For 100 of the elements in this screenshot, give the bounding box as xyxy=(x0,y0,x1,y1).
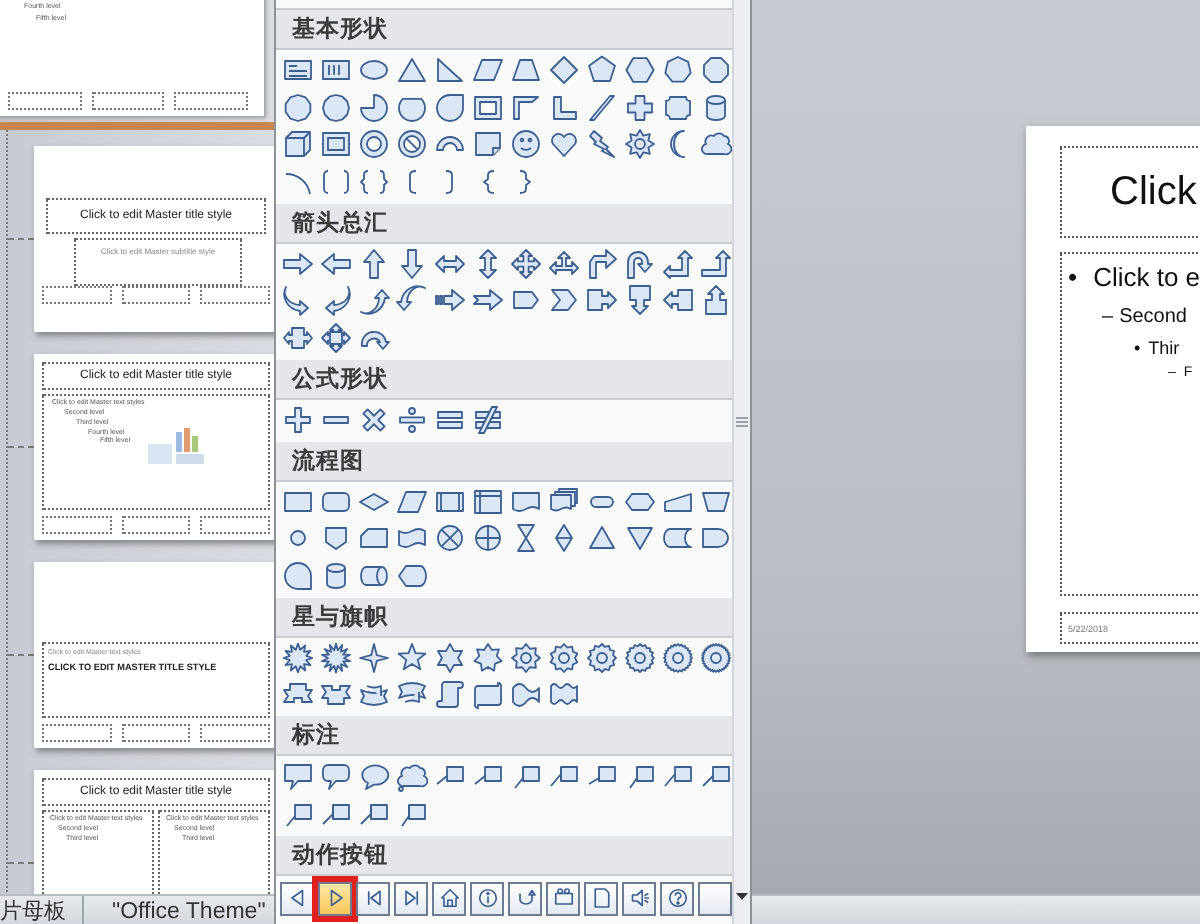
sixteen-point-star-icon[interactable] xyxy=(623,641,655,673)
twelve-point-star-icon[interactable] xyxy=(585,641,617,673)
display-icon[interactable] xyxy=(395,559,427,591)
summing-junction-icon[interactable] xyxy=(433,522,465,554)
bent-arrow-icon[interactable] xyxy=(585,247,617,279)
scrollbar-grip-icon[interactable] xyxy=(734,414,750,430)
action-button[interactable] xyxy=(470,881,504,915)
or-icon[interactable] xyxy=(471,522,503,554)
off-page-connector-icon[interactable] xyxy=(319,522,351,554)
horizontal-scroll-icon[interactable] xyxy=(471,678,503,710)
star-seal-icon[interactable] xyxy=(661,641,693,673)
down-arrow-icon[interactable] xyxy=(395,247,427,279)
curved-left-arrow-icon[interactable] xyxy=(319,284,351,316)
half-frame-icon[interactable] xyxy=(509,91,541,123)
oval-callout-icon[interactable] xyxy=(357,760,389,792)
stored-data-icon[interactable] xyxy=(661,522,693,554)
five-point-star-icon[interactable] xyxy=(395,641,427,673)
up-arrow-icon[interactable] xyxy=(357,247,389,279)
action-button[interactable] xyxy=(280,881,314,915)
line-callout-icon[interactable] xyxy=(623,760,655,792)
curved-right-arrow-icon[interactable] xyxy=(281,284,313,316)
striped-right-arrow-icon[interactable] xyxy=(433,284,465,316)
sequential-access-storage-icon[interactable] xyxy=(281,559,313,591)
cloud-callout-icon[interactable] xyxy=(395,760,427,792)
merge-icon[interactable] xyxy=(623,522,655,554)
oval-icon[interactable] xyxy=(357,54,389,86)
six-point-star-icon[interactable] xyxy=(433,641,465,673)
l-shape-icon[interactable] xyxy=(547,91,579,123)
punched-tape-icon[interactable] xyxy=(395,522,427,554)
internal-storage-icon[interactable] xyxy=(471,485,503,517)
left-right-up-arrow-icon[interactable] xyxy=(547,247,579,279)
octagon-icon[interactable] xyxy=(699,54,731,86)
seven-point-star-icon[interactable] xyxy=(471,641,503,673)
smiley-icon[interactable] xyxy=(509,128,541,160)
triangle-icon[interactable] xyxy=(395,54,427,86)
delay-icon[interactable] xyxy=(699,522,731,554)
dropdown-arrow-icon[interactable] xyxy=(734,888,750,904)
right-arrow-icon[interactable] xyxy=(281,247,313,279)
action-button[interactable] xyxy=(584,881,618,915)
curved-down-arrow-icon[interactable] xyxy=(357,284,389,316)
quad-arrow-callout-icon[interactable] xyxy=(319,321,351,353)
action-button[interactable] xyxy=(660,881,694,915)
explosion-icon[interactable] xyxy=(319,641,351,673)
vertical-text-box-icon[interactable] xyxy=(319,54,351,86)
down-arrow-callout-icon[interactable] xyxy=(623,284,655,316)
brace-pair-icon[interactable] xyxy=(357,165,389,197)
ten-point-star-icon[interactable] xyxy=(547,641,579,673)
vertical-scroll-icon[interactable] xyxy=(433,678,465,710)
right-triangle-icon[interactable] xyxy=(433,54,465,86)
star-seal-icon[interactable] xyxy=(699,641,731,673)
up-arrow-callout-icon[interactable] xyxy=(699,284,731,316)
division-icon[interactable] xyxy=(395,403,427,435)
bevel-icon[interactable] xyxy=(319,128,351,160)
line-callout-icon[interactable] xyxy=(509,760,541,792)
plus-icon[interactable] xyxy=(281,403,313,435)
cloud-icon[interactable] xyxy=(699,128,731,160)
left-arrow-icon[interactable] xyxy=(319,247,351,279)
rounded-callout-icon[interactable] xyxy=(319,760,351,792)
chevron-icon[interactable] xyxy=(547,284,579,316)
pie-icon[interactable] xyxy=(357,91,389,123)
extract-icon[interactable] xyxy=(585,522,617,554)
action-button[interactable] xyxy=(432,881,466,915)
cross-icon[interactable] xyxy=(623,91,655,123)
action-button[interactable] xyxy=(394,881,428,915)
action-button[interactable] xyxy=(356,881,390,915)
left-up-arrow-icon[interactable] xyxy=(661,247,693,279)
teardrop-icon[interactable] xyxy=(433,91,465,123)
u-turn-arrow-icon[interactable] xyxy=(623,247,655,279)
text-box-icon[interactable] xyxy=(281,54,313,86)
data-icon[interactable] xyxy=(395,485,427,517)
notched-right-arrow-icon[interactable] xyxy=(471,284,503,316)
hexagon-icon[interactable] xyxy=(623,54,655,86)
action-button[interactable] xyxy=(622,881,656,915)
sun-icon[interactable] xyxy=(623,128,655,160)
eight-point-star-icon[interactable] xyxy=(509,641,541,673)
four-point-star-icon[interactable] xyxy=(357,641,389,673)
left-right-arrow-callout-icon[interactable] xyxy=(281,321,313,353)
parallelogram-icon[interactable] xyxy=(471,54,503,86)
right-arrow-callout-icon[interactable] xyxy=(585,284,617,316)
double-wave-icon[interactable] xyxy=(547,678,579,710)
quad-arrow-icon[interactable] xyxy=(509,247,541,279)
donut-icon[interactable] xyxy=(357,128,389,160)
card-icon[interactable] xyxy=(357,522,389,554)
pentagon-icon[interactable] xyxy=(585,54,617,86)
left-arrow-callout-icon[interactable] xyxy=(661,284,693,316)
explosion-icon[interactable] xyxy=(281,641,313,673)
diamond-icon[interactable] xyxy=(547,54,579,86)
action-button[interactable] xyxy=(508,881,542,915)
plaque-icon[interactable] xyxy=(661,91,693,123)
line-callout-icon[interactable] xyxy=(547,760,579,792)
dodecagon-icon[interactable] xyxy=(319,91,351,123)
no-symbol-icon[interactable] xyxy=(395,128,427,160)
bent-up-arrow-icon[interactable] xyxy=(699,247,731,279)
multiply-icon[interactable] xyxy=(357,403,389,435)
folded-corner-icon[interactable] xyxy=(471,128,503,160)
rectangular-callout-icon[interactable] xyxy=(281,760,313,792)
cube-icon[interactable] xyxy=(281,128,313,160)
line-callout-icon[interactable] xyxy=(661,760,693,792)
trapezoid-icon[interactable] xyxy=(509,54,541,86)
decagon-icon[interactable] xyxy=(281,91,313,123)
